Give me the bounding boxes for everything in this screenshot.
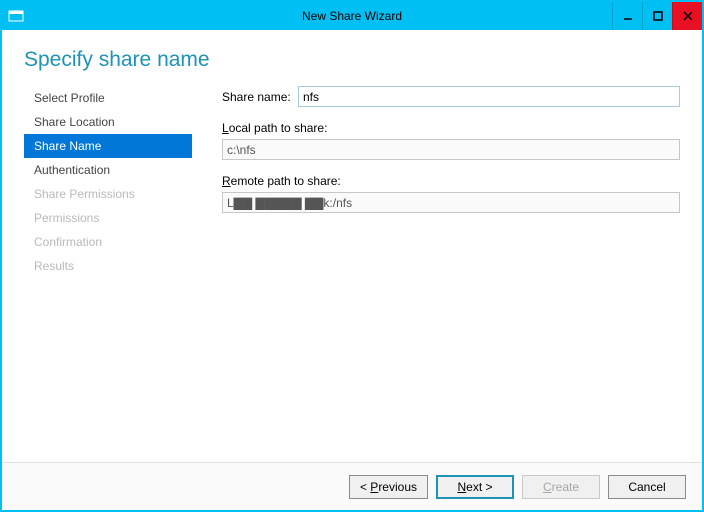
wizard-window: New Share Wizard Specify share name Sele… xyxy=(0,0,704,512)
content-area: Specify share name Select ProfileShare L… xyxy=(2,30,702,510)
sidebar-step-select-profile[interactable]: Select Profile xyxy=(24,86,192,110)
window-controls xyxy=(612,2,702,30)
sidebar-step-share-location[interactable]: Share Location xyxy=(24,110,192,134)
remote-path-input[interactable] xyxy=(222,192,680,213)
body: Select ProfileShare LocationShare NameAu… xyxy=(2,86,702,462)
remote-path-label: Remote path to share: xyxy=(222,174,680,188)
footer: < Previous Next > Create Cancel xyxy=(2,462,702,510)
sidebar-step-confirmation: Confirmation xyxy=(24,230,192,254)
share-name-input[interactable] xyxy=(298,86,680,107)
sidebar-step-authentication[interactable]: Authentication xyxy=(24,158,192,182)
titlebar: New Share Wizard xyxy=(2,2,702,30)
close-button[interactable] xyxy=(672,2,702,30)
local-path-label: Local path to share: xyxy=(222,121,680,135)
share-name-row: Share name: xyxy=(222,86,680,107)
sidebar-step-share-name[interactable]: Share Name xyxy=(24,134,192,158)
sidebar-step-results: Results xyxy=(24,254,192,278)
wizard-steps-sidebar: Select ProfileShare LocationShare NameAu… xyxy=(24,86,192,462)
window-title: New Share Wizard xyxy=(2,9,702,23)
main-panel: Share name: Local path to share: Remote … xyxy=(192,86,680,462)
cancel-button[interactable]: Cancel xyxy=(608,475,686,499)
remote-path-row: Remote path to share: xyxy=(222,174,680,213)
page-heading: Specify share name xyxy=(2,30,702,86)
local-path-input[interactable] xyxy=(222,139,680,160)
previous-button[interactable]: < Previous xyxy=(349,475,428,499)
maximize-button[interactable] xyxy=(642,2,672,30)
create-button: Create xyxy=(522,475,600,499)
minimize-button[interactable] xyxy=(612,2,642,30)
next-button[interactable]: Next > xyxy=(436,475,514,499)
app-icon xyxy=(8,8,24,24)
sidebar-step-permissions: Permissions xyxy=(24,206,192,230)
share-name-label: Share name: xyxy=(222,90,298,104)
sidebar-step-share-permissions: Share Permissions xyxy=(24,182,192,206)
local-path-row: Local path to share: xyxy=(222,121,680,160)
